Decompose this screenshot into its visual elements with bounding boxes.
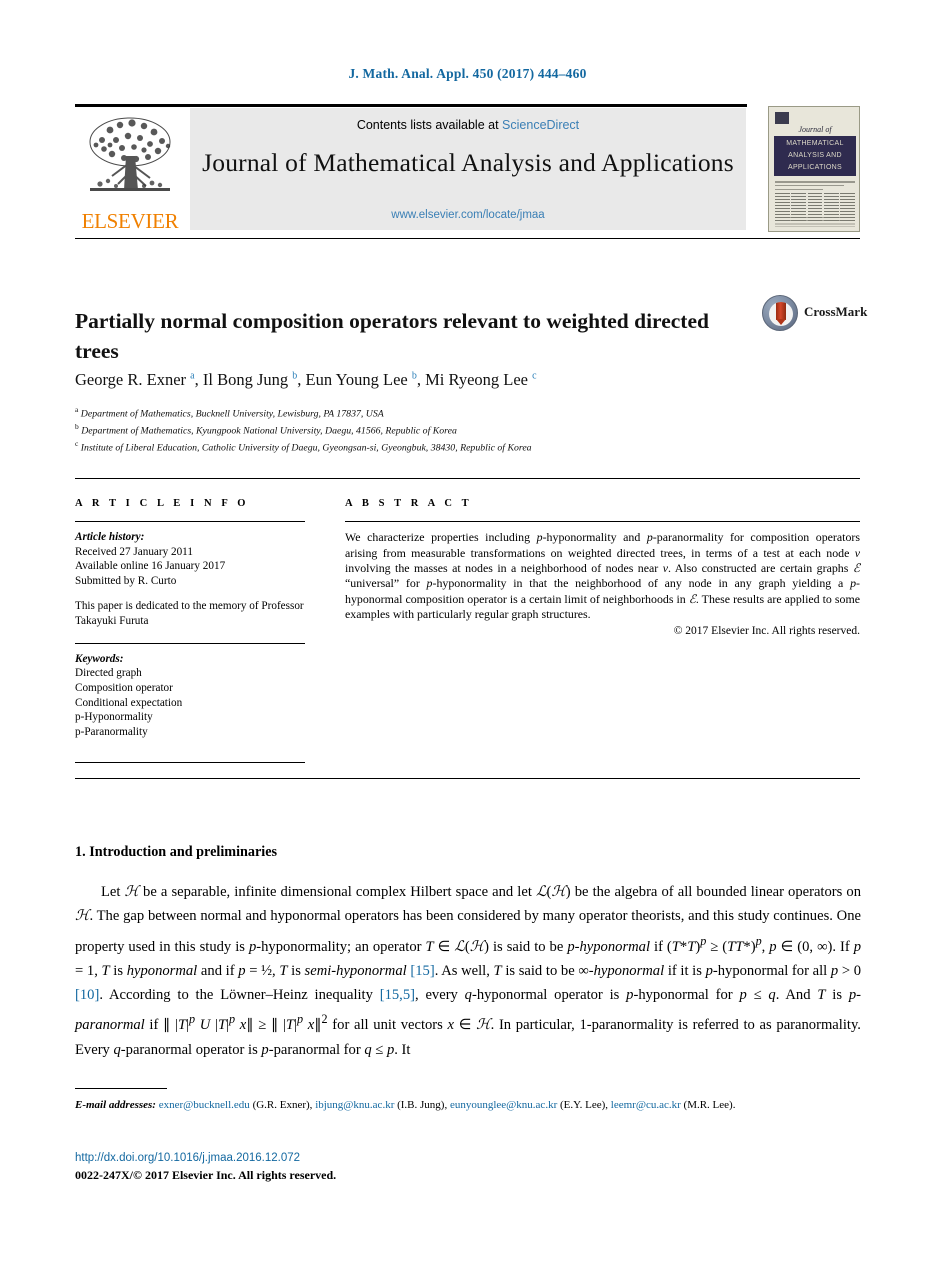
journal-url[interactable]: www.elsevier.com/locate/jmaa xyxy=(190,209,746,221)
affiliation-list: a Department of Mathematics, Bucknell Un… xyxy=(75,404,715,455)
masthead-bottom-rule xyxy=(75,238,860,240)
info-column-bottom-rule xyxy=(75,762,305,764)
article-history-block: Article history: Received 27 January 201… xyxy=(75,530,305,629)
email-footnote: E-mail addresses: exner@bucknell.edu (G.… xyxy=(75,1098,861,1113)
section-heading: 1. Introduction and preliminaries xyxy=(75,843,278,860)
page-title: Partially normal composition operators r… xyxy=(75,309,709,364)
footnote-rule xyxy=(75,1088,167,1090)
contents-prefix: Contents lists available at xyxy=(356,118,499,132)
author-list: George R. Exner a, Il Bong Jung b, Eun Y… xyxy=(75,370,537,389)
cover-publisher-mark xyxy=(775,112,789,124)
cover-footer-lines xyxy=(775,217,855,227)
journal-cover-thumbnail: Journal of MATHEMATICAL ANALYSIS AND APP… xyxy=(768,106,860,232)
keyword-item: Conditional expectation xyxy=(75,696,183,709)
keywords-block: Keywords: Directed graph Composition ope… xyxy=(75,652,305,740)
front-matter-bottom-rule xyxy=(75,778,860,780)
email-addresses-list[interactable]: exner@bucknell.edu (G.R. Exner), ibjung@… xyxy=(159,1099,736,1111)
keywords-divider xyxy=(75,642,305,644)
running-head: J. Math. Anal. Appl. 450 (2017) 444–460 xyxy=(348,66,587,81)
info-section-top-rule xyxy=(75,478,860,480)
cover-text-lines xyxy=(775,181,855,192)
affiliation-item: c Institute of Liberal Education, Cathol… xyxy=(75,438,715,455)
sciencedirect-link[interactable]: ScienceDirect xyxy=(502,118,579,132)
journal-title: Journal of Mathematical Analysis and App… xyxy=(202,148,734,177)
cover-band-line-2: ANALYSIS AND xyxy=(788,152,842,159)
affiliation-text-b: Department of Mathematics, Kyungpook Nat… xyxy=(81,425,457,437)
elsevier-tree-icon xyxy=(82,112,178,208)
elsevier-wordmark: ELSEVIER xyxy=(81,209,179,233)
affiliation-mark-b: b xyxy=(75,422,79,432)
affiliation-text-a: Department of Mathematics, Bucknell Univ… xyxy=(80,408,384,420)
crossmark-icon xyxy=(762,295,798,331)
intro-paragraph-text: Let ℋ be a separable, infinite dimension… xyxy=(75,884,862,1058)
abstract-divider xyxy=(345,521,860,523)
paper-page: J. Math. Anal. Appl. 450 (2017) 444–460 xyxy=(0,0,935,1266)
keyword-item: Composition operator xyxy=(75,681,173,694)
article-info-column: A R T I C L E I N F O Article history: R… xyxy=(75,498,305,739)
email-addresses-label: E-mail addresses: xyxy=(75,1099,156,1111)
affiliation-mark-c: c xyxy=(75,439,79,449)
keyword-item: Directed graph xyxy=(75,667,142,680)
abstract-copyright: © 2017 Elsevier Inc. All rights reserved… xyxy=(673,624,860,637)
article-info-divider xyxy=(75,521,305,523)
doi-link[interactable]: http://dx.doi.org/10.1016/j.jmaa.2016.12… xyxy=(75,1152,300,1164)
abstract-heading: A B S T R A C T xyxy=(345,498,473,509)
crossmark-badge[interactable]: CrossMark xyxy=(762,294,867,334)
cover-band-line-3: APPLICATIONS xyxy=(787,164,843,171)
elsevier-logo: ELSEVIER xyxy=(78,112,182,232)
issn-copyright-line: 0022-247X/© 2017 Elsevier Inc. All right… xyxy=(75,1168,337,1182)
contents-available-line: Contents lists available at ScienceDirec… xyxy=(190,118,746,132)
keyword-item: p-Paranormality xyxy=(75,725,148,738)
affiliation-text-c: Institute of Liberal Education, Catholic… xyxy=(80,442,532,454)
cover-journal-of-text: Journal of xyxy=(798,125,832,134)
cover-band-line-1: MATHEMATICAL xyxy=(786,140,844,147)
cover-title-band: MATHEMATICAL ANALYSIS AND APPLICATIONS xyxy=(774,136,856,176)
history-available-online: Available online 16 January 2017 xyxy=(75,560,226,573)
affiliation-mark-a: a xyxy=(75,405,79,414)
article-history-label: Article history: xyxy=(75,531,145,544)
dedication-note: This paper is dedicated to the memory of… xyxy=(75,600,304,628)
keyword-item: p-Hyponormality xyxy=(75,711,153,724)
masthead-top-rule xyxy=(75,104,747,107)
affiliation-item: a Department of Mathematics, Bucknell Un… xyxy=(75,404,715,421)
keywords-label: Keywords: xyxy=(75,652,124,665)
history-received: Received 27 January 2011 xyxy=(75,545,193,558)
affiliation-item: b Department of Mathematics, Kyungpook N… xyxy=(75,421,715,438)
article-info-heading: A R T I C L E I N F O xyxy=(75,498,250,509)
crossmark-label: CrossMark xyxy=(804,304,868,319)
abstract-column: A B S T R A C T We characterize properti… xyxy=(345,498,860,637)
body-paragraph: Let ℋ be a separable, infinite dimension… xyxy=(75,880,861,1062)
contents-band: Contents lists available at ScienceDirec… xyxy=(190,108,746,230)
history-submitted-by: Submitted by R. Curto xyxy=(75,574,177,587)
abstract-text: We characterize properties including p-h… xyxy=(345,530,861,622)
